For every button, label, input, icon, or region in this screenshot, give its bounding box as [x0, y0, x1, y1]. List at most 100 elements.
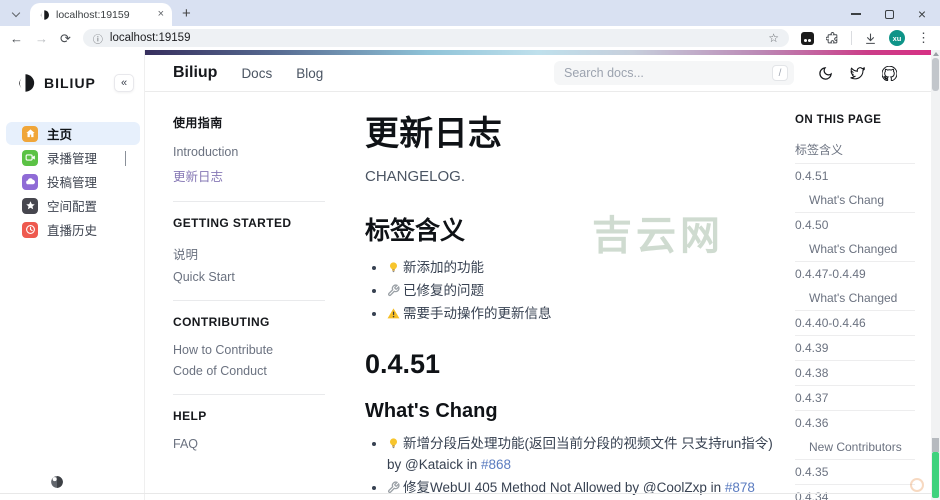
- nav-blog[interactable]: Blog: [296, 66, 323, 81]
- nav-docs[interactable]: Docs: [241, 66, 272, 81]
- list-item: 已修复的问题: [387, 281, 783, 302]
- sidebar-item-label: 空间配置: [47, 200, 98, 214]
- page-title: 更新日志: [365, 115, 503, 153]
- extension-icon[interactable]: [801, 31, 814, 45]
- list-item: 新增分段后处理功能(返回当前分段的视频文件 只支持run指令) by @Kata…: [387, 434, 783, 476]
- toc-item[interactable]: 0.4.34: [795, 484, 915, 500]
- toc-item[interactable]: 0.4.37: [795, 385, 915, 410]
- sidebar-collapse-button[interactable]: «: [114, 74, 134, 92]
- docs-nav-section-title: GETTING STARTED: [173, 216, 292, 230]
- tab-close-icon[interactable]: ×: [158, 9, 164, 20]
- docs-nav-item-introduction[interactable]: Introduction: [173, 141, 325, 162]
- tab-search-icon[interactable]: [8, 6, 24, 22]
- toc-panel: ON THIS PAGE 标签含义 0.4.51 What's Chang 0.…: [795, 92, 915, 500]
- bulb-icon: [387, 261, 400, 274]
- docs-nav-item-shuoming[interactable]: 说明: [173, 240, 325, 266]
- toc-item[interactable]: 0.4.35: [795, 459, 915, 484]
- toc-list: 标签含义 0.4.51 What's Chang 0.4.50 What's C…: [795, 136, 915, 500]
- sidebar-item-recordings[interactable]: 录播管理: [6, 146, 140, 169]
- whats-changed-heading: What's Chang: [365, 399, 498, 422]
- toc-item[interactable]: 0.4.50: [795, 212, 915, 237]
- scrollbar-thumb[interactable]: [932, 58, 939, 91]
- docs-nav-item-quick-start[interactable]: Quick Start: [173, 266, 325, 287]
- wrench-icon: [387, 481, 400, 494]
- browser-tab[interactable]: localhost:19159 ×: [30, 3, 172, 26]
- window-minimize-button[interactable]: [850, 13, 861, 15]
- dark-mode-moon-icon[interactable]: [818, 66, 833, 81]
- pr-link[interactable]: #868: [481, 457, 511, 472]
- docs-nav-section-title: HELP: [173, 409, 207, 423]
- history-icon: [22, 221, 38, 238]
- sidebar-item-label: 主页: [47, 128, 73, 142]
- back-button[interactable]: ←: [10, 32, 23, 45]
- chevron-down-icon[interactable]: [125, 150, 126, 166]
- docs-nav-item-code-of-conduct[interactable]: Code of Conduct: [173, 360, 325, 381]
- page-intro: CHANGELOG.: [365, 168, 466, 185]
- reload-button[interactable]: ⟳: [60, 32, 71, 45]
- window-close-button[interactable]: ×: [918, 7, 926, 21]
- scrollbar-segment: [932, 438, 939, 452]
- sidebar-item-label: 投稿管理: [47, 176, 98, 190]
- docs-nav-item-faq[interactable]: FAQ: [173, 433, 325, 454]
- bulb-icon: [387, 437, 400, 450]
- toc-item[interactable]: 0.4.39: [795, 335, 915, 360]
- window-maximize-button[interactable]: [884, 9, 894, 19]
- search-shortcut-badge: /: [772, 65, 788, 81]
- main-content: 更新日志 CHANGELOG. 标签含义 新添加的功能 已修复的问题 需要手动操…: [365, 92, 783, 500]
- browser-toolbar: ← → ⟳ ⓘ localhost:19159 ☆ xu ⋮: [0, 26, 940, 50]
- biliup-logo-icon: [14, 72, 36, 94]
- new-tab-button[interactable]: +: [182, 6, 191, 21]
- toc-item[interactable]: 0.4.47-0.4.49: [795, 261, 915, 286]
- section-heading-tags: 标签含义: [365, 217, 466, 245]
- twitter-icon[interactable]: [850, 66, 865, 81]
- tags-list: 新添加的功能 已修复的问题 需要手动操作的更新信息: [365, 258, 783, 325]
- docs-brand[interactable]: Biliup: [173, 64, 217, 82]
- profile-avatar[interactable]: xu: [889, 30, 905, 46]
- extensions-puzzle-icon[interactable]: [826, 31, 839, 45]
- tab-title: localhost:19159: [56, 8, 130, 21]
- docs-sidebar: 使用指南 Introduction 更新日志 GETTING STARTED 说…: [173, 92, 325, 500]
- docs-nav-section: CONTRIBUTING How to Contribute Code of C…: [173, 315, 325, 395]
- toc-item[interactable]: What's Chang: [795, 188, 915, 212]
- list-item: 修复WebUI 405 Method Not Allowed by @CoolZ…: [387, 478, 783, 499]
- page-scrollbar[interactable]: [931, 50, 940, 500]
- toc-item[interactable]: 标签含义: [795, 136, 915, 163]
- warning-icon: [387, 307, 400, 320]
- github-icon[interactable]: [882, 65, 897, 81]
- docs-nav-section-title: 使用指南: [173, 116, 223, 130]
- sidebar-item-space-config[interactable]: 空间配置: [6, 194, 140, 217]
- sidebar-item-label: 录播管理: [47, 152, 98, 166]
- toc-item[interactable]: What's Changed: [795, 286, 915, 310]
- site-info-icon[interactable]: ⓘ: [93, 31, 103, 46]
- sidebar-item-home[interactable]: 主页: [6, 122, 140, 145]
- address-bar[interactable]: ⓘ localhost:19159 ☆: [82, 29, 789, 47]
- docs-nav-item-how-to-contribute[interactable]: How to Contribute: [173, 339, 325, 360]
- sidebar-item-live-history[interactable]: 直播历史: [6, 218, 140, 241]
- wrench-icon: [387, 284, 400, 297]
- toc-item[interactable]: New Contributors: [795, 435, 915, 459]
- scrollbar-up-arrow-icon[interactable]: [932, 52, 939, 56]
- app-brand: BILIUP: [44, 75, 96, 91]
- toc-item[interactable]: What's Changed: [795, 237, 915, 261]
- docs-nav-section: HELP FAQ: [173, 409, 325, 467]
- docs-nav-section: 使用指南 Introduction 更新日志: [173, 114, 325, 202]
- theme-toggle-icon[interactable]: [50, 475, 64, 489]
- bookmark-star-icon[interactable]: ☆: [768, 31, 779, 45]
- recorder-icon: [22, 149, 38, 166]
- toc-item[interactable]: 0.4.40-0.4.46: [795, 310, 915, 335]
- docs-body: 使用指南 Introduction 更新日志 GETTING STARTED 说…: [145, 92, 931, 500]
- downloads-icon[interactable]: [864, 32, 877, 45]
- version-heading: 0.4.51: [365, 348, 441, 379]
- toc-item[interactable]: 0.4.51: [795, 163, 915, 188]
- forward-button[interactable]: →: [35, 32, 48, 45]
- docs-header: Biliup Docs Blog /: [145, 55, 931, 92]
- toc-item[interactable]: 0.4.38: [795, 360, 915, 385]
- search-input[interactable]: [564, 66, 772, 80]
- toc-item[interactable]: 0.4.36: [795, 410, 915, 435]
- cloud-upload-icon: [22, 173, 38, 190]
- sidebar-item-uploads[interactable]: 投稿管理: [6, 170, 140, 193]
- browser-menu-icon[interactable]: ⋮: [917, 30, 930, 46]
- docs-nav-item-changelog[interactable]: 更新日志: [173, 162, 325, 188]
- toolbar-divider: [851, 31, 852, 45]
- browser-tab-bar: localhost:19159 × + ×: [0, 0, 940, 26]
